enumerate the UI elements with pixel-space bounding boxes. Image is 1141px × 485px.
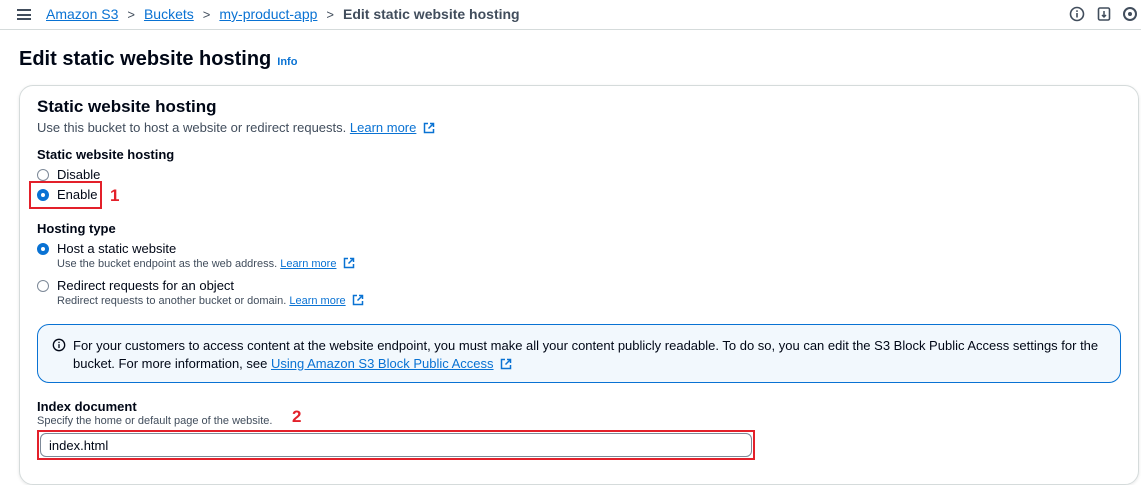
- breadcrumb-separator: >: [326, 6, 335, 22]
- host-static-learn-more-link[interactable]: Learn more: [280, 258, 336, 270]
- block-public-access-link[interactable]: Using Amazon S3 Block Public Access: [271, 356, 494, 371]
- section-description: Use this bucket to host a website or red…: [37, 120, 435, 135]
- top-navigation-bar: Amazon S3 > Buckets > my-product-app > E…: [0, 0, 1141, 30]
- alert-message: For your customers to access content at …: [73, 337, 1103, 373]
- info-circle-icon[interactable]: [1069, 6, 1085, 22]
- radio-redirect-label: Redirect requests for an object: [57, 278, 235, 293]
- index-document-description: Specify the home or default page of the …: [37, 415, 273, 427]
- breadcrumb: Amazon S3 > Buckets > my-product-app > E…: [46, 6, 520, 22]
- external-link-icon: [423, 122, 435, 134]
- redirect-description-text: Redirect requests to another bucket or d…: [57, 295, 287, 307]
- host-static-description: Use the bucket endpoint as the web addre…: [57, 257, 355, 270]
- annotation-marker-2: 2: [292, 407, 302, 426]
- section-title: Static website hosting: [37, 97, 217, 116]
- radio-button[interactable]: [37, 168, 49, 181]
- page-title: Edit static website hosting Info: [19, 48, 297, 71]
- redirect-learn-more-link[interactable]: Learn more: [289, 295, 345, 307]
- radio-button[interactable]: [37, 279, 49, 292]
- annotation-marker-1: 1: [110, 186, 120, 205]
- radio-disable[interactable]: Disable: [37, 167, 100, 182]
- breadcrumb-separator: >: [127, 6, 135, 22]
- annotation-box-2: [37, 430, 755, 460]
- radio-redirect[interactable]: Redirect requests for an object: [37, 278, 234, 293]
- settings-icon[interactable]: [1122, 6, 1138, 22]
- learn-more-link[interactable]: Learn more: [350, 120, 416, 135]
- index-document-label: Index document: [37, 399, 137, 414]
- alert-text: For your customers to access content at …: [73, 338, 1099, 371]
- breadcrumb-buckets[interactable]: Buckets: [144, 6, 194, 22]
- breadcrumb-separator: >: [202, 6, 211, 22]
- notifications-icon[interactable]: [1096, 6, 1112, 22]
- section-description-text: Use this bucket to host a website or red…: [37, 120, 347, 135]
- hosting-type-label: Hosting type: [37, 221, 116, 236]
- external-link-icon: [500, 358, 512, 370]
- info-alert: For your customers to access content at …: [37, 324, 1121, 383]
- annotation-box-1: [29, 181, 102, 209]
- hosting-label: Static website hosting: [37, 147, 175, 162]
- breadcrumb-bucket[interactable]: my-product-app: [219, 6, 317, 22]
- radio-host-static[interactable]: Host a static website: [37, 241, 176, 256]
- breadcrumb-current: Edit static website hosting: [343, 6, 520, 22]
- radio-host-static-label: Host a static website: [57, 241, 177, 256]
- breadcrumb-amazon-s3[interactable]: Amazon S3: [46, 6, 118, 22]
- redirect-description: Redirect requests to another bucket or d…: [57, 294, 364, 307]
- info-circle-icon: [52, 338, 66, 352]
- menu-icon[interactable]: [17, 9, 31, 20]
- page-title-text: Edit static website hosting: [19, 48, 272, 70]
- external-link-icon: [343, 257, 354, 269]
- radio-button-selected[interactable]: [37, 242, 49, 255]
- host-static-description-text: Use the bucket endpoint as the web addre…: [57, 258, 278, 270]
- radio-disable-label: Disable: [57, 167, 101, 182]
- info-link[interactable]: Info: [277, 56, 297, 68]
- external-link-icon: [352, 294, 363, 306]
